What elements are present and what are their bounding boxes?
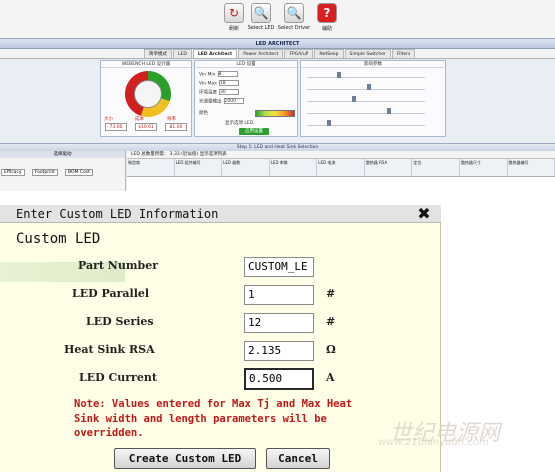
designer-panel: WEBENCH LED 设计器 大小 成本 效率 73.00 $10.61 81… xyxy=(100,60,192,137)
led-count-bar: LED 总数量所需： 3.33 (近似值) 显示选项列表 xyxy=(127,151,555,159)
slider-thumb[interactable] xyxy=(367,84,371,90)
tab-filters[interactable]: Filters xyxy=(391,49,416,58)
param-slider[interactable] xyxy=(307,84,425,90)
vin-max-input[interactable]: 18 xyxy=(218,80,239,86)
driver-select-pane: 选择驱动 Efficacy Footprint BOM Cost xyxy=(0,151,126,191)
driver-pane-title: 选择驱动 xyxy=(0,151,125,158)
select-led-button[interactable]: 🔍 Select LED xyxy=(243,3,279,37)
help-button[interactable]: ? 辅助 xyxy=(309,3,345,37)
efficacy-select[interactable]: Efficacy xyxy=(1,169,25,176)
override-note: Note: Values entered for Max Tj and Max … xyxy=(74,398,353,439)
close-icon[interactable]: ✖ xyxy=(416,205,432,223)
flux-input[interactable]: 1000 xyxy=(223,98,244,104)
dialog-title: Enter Custom LED Information xyxy=(16,207,219,221)
column-header[interactable]: 散热器编号 xyxy=(508,159,555,176)
help-icon: ? xyxy=(317,3,337,23)
step-title-bar: Step 1: LED and Heat Sink Selection xyxy=(0,143,555,151)
led-current-label: LED Current xyxy=(79,371,157,384)
select-led-label: Select LED xyxy=(247,25,275,31)
param-slider[interactable] xyxy=(307,108,425,114)
color-row: 颜色 xyxy=(199,111,208,116)
slider-thumb[interactable] xyxy=(327,120,331,126)
vin-min-input[interactable]: 8 xyxy=(217,71,238,77)
led-table-pane: LED 总数量所需： 3.33 (近似值) 显示选项列表 制造商 LED 组件编… xyxy=(127,151,555,191)
cost-caption: 成本 xyxy=(135,117,144,122)
zoom-led-icon: 🔍 xyxy=(251,3,271,23)
tab-power-architect[interactable]: Power Architect xyxy=(238,49,284,58)
dialog-title-bar[interactable]: Enter Custom LED Information ✖ xyxy=(0,205,441,223)
led-parallel-unit: # xyxy=(326,287,336,300)
refresh-icon: ↻ xyxy=(224,3,244,23)
led-architect-app: LED ARCHITECT 简单模式 LED LED Architect Pow… xyxy=(0,38,555,191)
slider-thumb[interactable] xyxy=(387,108,391,114)
heat-sink-rsa-unit: Ω xyxy=(326,343,336,356)
tab-led-architect[interactable]: LED Architect xyxy=(192,49,238,58)
led-settings-title: LED 设置 xyxy=(195,61,297,68)
apply-settings-button[interactable]: 应用设置 xyxy=(239,128,269,135)
cancel-button[interactable]: Cancel xyxy=(266,448,330,469)
column-header[interactable]: 散热器 RSA xyxy=(365,159,413,176)
ambient-row: 环境温度 30 xyxy=(199,89,239,96)
led-parallel-input[interactable]: 1 xyxy=(244,285,314,305)
select-driver-button[interactable]: 🔍 Select Driver xyxy=(276,3,312,37)
ambient-input[interactable]: 30 xyxy=(219,89,239,95)
heat-sink-rsa-input[interactable]: 2.135 xyxy=(244,341,314,361)
tab-simple-mode[interactable]: 简单模式 xyxy=(144,49,172,58)
column-header[interactable]: LED 组件编号 xyxy=(175,159,223,176)
bom-cost-select[interactable]: BOM Cost xyxy=(65,169,93,176)
column-header[interactable]: 散热器尺寸 xyxy=(460,159,508,176)
vin-min-row: Vin Min 8 xyxy=(199,71,238,78)
size-caption: 大小 xyxy=(104,117,113,122)
cost-value: $10.61 xyxy=(135,123,157,131)
led-series-label: LED Series xyxy=(86,315,154,328)
color-bar[interactable] xyxy=(255,110,295,117)
help-label: 辅助 xyxy=(321,26,332,32)
efficiency-caption: 效率 xyxy=(167,117,176,122)
slider-thumb[interactable] xyxy=(352,96,356,102)
app-tab-bar: 简单模式 LED LED Architect Power Architect F… xyxy=(0,49,555,59)
column-header[interactable]: LED 级数 xyxy=(222,159,270,176)
led-current-unit: A xyxy=(326,371,335,384)
designer-panel-title: WEBENCH LED 设计器 xyxy=(101,61,191,68)
led-series-input[interactable]: 12 xyxy=(244,313,314,333)
vin-max-row: Vin Max 18 xyxy=(199,80,239,87)
select-driver-label: Select Driver xyxy=(277,25,311,31)
gauge-center xyxy=(134,80,162,108)
top-toolbar: ↻ 刷新 🔍 Select LED 🔍 Select Driver ? 辅助 xyxy=(0,0,555,38)
part-number-label: Part Number xyxy=(78,259,158,272)
column-header[interactable]: LED 串联 xyxy=(270,159,318,176)
part-number-input[interactable]: CUSTOM_LE xyxy=(244,257,314,277)
param-slider[interactable] xyxy=(307,96,425,102)
flux-row: 光通量输出 1000 xyxy=(199,98,244,105)
column-header[interactable]: LED 电流 xyxy=(317,159,365,176)
app-title: LED ARCHITECT xyxy=(0,39,555,49)
led-current-input[interactable]: 0.500 xyxy=(244,368,314,390)
heat-sink-rsa-label: Heat Sink RSA xyxy=(64,343,155,356)
column-header[interactable]: 定位 xyxy=(412,159,460,176)
slider-thumb[interactable] xyxy=(337,72,341,78)
tab-led[interactable]: LED xyxy=(173,49,192,58)
led-table-header: 制造商 LED 组件编号 LED 级数 LED 串联 LED 电流 散热器 RS… xyxy=(127,159,555,177)
tab-fpga[interactable]: FPGA/uP xyxy=(284,49,314,58)
footprint-select[interactable]: Footprint xyxy=(31,169,58,176)
page: ↻ 刷新 🔍 Select LED 🔍 Select Driver ? 辅助 L… xyxy=(0,0,555,472)
tab-simple-switcher[interactable]: Simple Switcher xyxy=(344,49,391,58)
create-custom-led-button[interactable]: Create Custom LED xyxy=(114,448,256,469)
parameters-title: 影响参数 xyxy=(301,61,445,68)
efficiency-value: 81.00 xyxy=(165,123,187,131)
led-series-unit: # xyxy=(326,315,336,328)
dialog-heading: Custom LED xyxy=(16,231,101,247)
zoom-driver-icon: 🔍 xyxy=(284,3,304,23)
tab-netseep[interactable]: NetSeep xyxy=(314,49,344,58)
param-slider[interactable] xyxy=(307,120,425,126)
parameters-panel: 影响参数 xyxy=(300,60,446,137)
param-slider[interactable] xyxy=(307,72,425,78)
led-settings-panel: LED 设置 Vin Min 8 Vin Max 18 环境温度 30 光通量输出 10… xyxy=(194,60,298,137)
led-parallel-label: LED Parallel xyxy=(72,287,150,300)
watermark-url: www.21dianyuan.com xyxy=(378,437,489,448)
optimization-gauge[interactable] xyxy=(125,71,171,117)
size-value: 73.00 xyxy=(105,123,127,131)
show-options[interactable]: 显示选项 LED xyxy=(225,120,253,126)
column-header[interactable]: 制造商 xyxy=(127,159,175,176)
